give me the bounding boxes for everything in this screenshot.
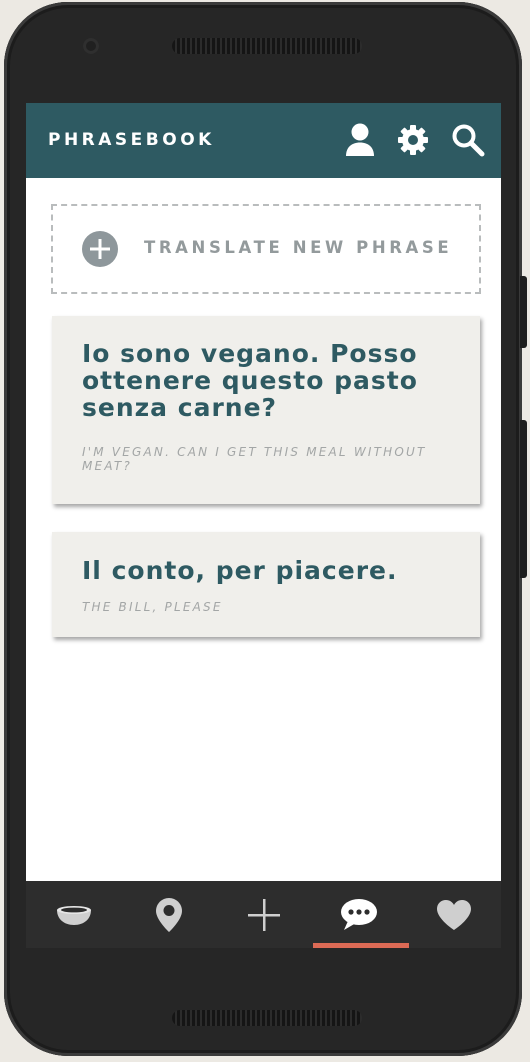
heart-icon[interactable] [406,881,501,948]
active-tab-indicator [313,943,409,948]
power-button [520,276,527,348]
phrase-text: Io sono vegano. Posso ottenere questo pa… [82,339,418,422]
profile-icon[interactable] [343,123,377,157]
bottom-navigation [26,881,501,948]
app-bar: PHRASEBOOK [26,103,501,178]
volume-button [520,420,527,578]
phrase-card[interactable]: Io sono vegano. Posso ottenere questo pa… [52,316,480,504]
app-title: PHRASEBOOK [48,130,215,150]
settings-gear-icon[interactable] [396,123,430,157]
phrase-translation: I'M VEGAN. CAN I GET THIS MEAL WITHOUT M… [82,445,427,473]
chat-bubble-icon[interactable] [311,881,406,948]
bottom-speaker [172,1010,362,1026]
location-pin-icon[interactable] [121,881,216,948]
plus-circle-icon [82,231,118,267]
search-icon[interactable] [451,123,485,157]
phrase-text: Il conto, per piacere. [82,556,398,585]
phrase-translation: THE BILL, PLEASE [82,600,223,614]
plus-icon[interactable] [216,881,311,948]
front-camera [83,38,99,54]
translate-new-phrase-button[interactable]: TRANSLATE NEW PHRASE [51,204,481,294]
app-screen: PHRASEBOOK TRANSLATE NEW PHRASE Io sono … [26,103,501,948]
translate-new-phrase-label: TRANSLATE NEW PHRASE [144,238,453,257]
food-bowl-icon[interactable] [26,881,121,948]
phrase-card[interactable]: Il conto, per piacere. THE BILL, PLEASE [52,532,480,637]
top-speaker [172,38,362,54]
